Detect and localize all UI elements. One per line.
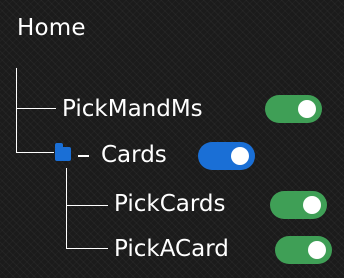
tree-connector-cards (16, 152, 54, 153)
pickacard-toggle[interactable] (275, 236, 332, 264)
tree-item-label: PickMandMs (62, 96, 203, 122)
folder-icon (55, 143, 71, 161)
tree-connector-pickacard (66, 248, 108, 249)
tree-connector-children (66, 168, 67, 249)
toggle-knob (231, 147, 249, 165)
tree-item-label: PickACard (114, 236, 229, 262)
collapse-icon[interactable] (78, 155, 89, 157)
tree-item-label: Cards (101, 142, 167, 168)
folder-tab (55, 143, 63, 148)
toggle-knob (308, 241, 326, 259)
cards-toggle[interactable] (198, 142, 255, 170)
pickcards-toggle[interactable] (270, 191, 327, 219)
pickmandms-toggle[interactable] (265, 95, 322, 123)
tree-connector-root (16, 68, 17, 152)
toggle-knob (298, 100, 316, 118)
tree-connector-pickcards (66, 205, 108, 206)
tree-root-title: Home (17, 15, 86, 41)
tree-connector-pickmandms (16, 108, 56, 109)
tree-item-label: PickCards (114, 191, 226, 217)
toggle-knob (303, 196, 321, 214)
